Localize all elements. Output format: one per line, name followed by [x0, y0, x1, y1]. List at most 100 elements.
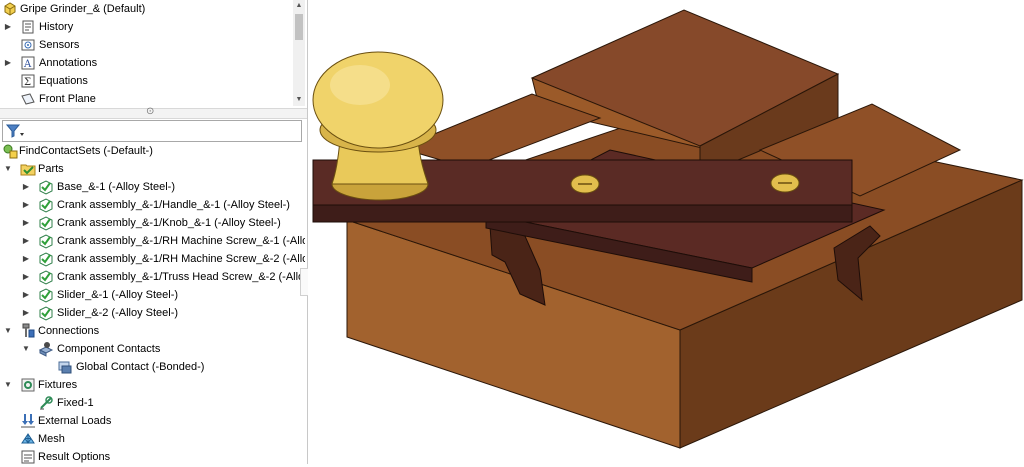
- expand-arrow-icon[interactable]: ▶: [21, 196, 31, 214]
- solid-body-icon: [38, 179, 54, 195]
- tree-item-front-plane[interactable]: Front Plane: [0, 90, 290, 108]
- external-loads-label: External Loads: [38, 415, 112, 427]
- part-item[interactable]: ▶ Slider_&-1 (-Alloy Steel-): [0, 286, 305, 304]
- expand-arrow-icon[interactable]: ▶: [21, 214, 31, 232]
- study-label: FindContactSets (-Default-): [19, 145, 153, 157]
- part-item[interactable]: ▶ Crank assembly_&-1/Handle_&-1 (-Alloy …: [0, 196, 305, 214]
- fixtures-icon: [20, 377, 36, 393]
- tree-item-annotations[interactable]: ▶ A Annotations: [0, 54, 290, 72]
- mesh-icon: [20, 431, 36, 447]
- result-options-label: Result Options: [38, 451, 111, 463]
- expand-arrow-icon[interactable]: ▶: [21, 232, 31, 250]
- parts-node[interactable]: ▼ Parts: [0, 160, 305, 178]
- expand-arrow-icon[interactable]: ▶: [3, 54, 13, 72]
- study-icon: [2, 143, 18, 159]
- svg-text:A: A: [23, 59, 32, 70]
- scroll-thumb[interactable]: [295, 14, 303, 40]
- part-label: Base_&-1 (-Alloy Steel-): [57, 181, 175, 193]
- global-contact-label: Global Contact (-Bonded-): [76, 361, 205, 373]
- part-item[interactable]: ▶ Base_&-1 (-Alloy Steel-): [0, 178, 305, 196]
- part-item[interactable]: ▶ Crank assembly_&-1/RH Machine Screw_&-…: [0, 232, 305, 250]
- filter-icon[interactable]: [5, 123, 26, 142]
- solid-body-icon: [38, 215, 54, 231]
- result-options-icon: [20, 449, 36, 464]
- expand-arrow-icon[interactable]: ▶: [3, 18, 13, 36]
- expand-arrow-icon[interactable]: ▶: [21, 250, 31, 268]
- equations-icon: Σ: [20, 73, 36, 89]
- tree-item-label: Equations: [39, 75, 88, 87]
- result-options-node[interactable]: Result Options: [0, 448, 305, 464]
- tree-item-label: Sensors: [39, 39, 80, 51]
- fixtures-label: Fixtures: [38, 379, 78, 391]
- part-label: Crank assembly_&-1/Truss Head Screw_&-2 …: [57, 271, 305, 283]
- component-contacts-node[interactable]: ▼ Component Contacts: [0, 340, 305, 358]
- feature-tree: Gripe Grinder_& (Default) ▶ History Sens…: [0, 0, 307, 108]
- external-loads-icon: [20, 413, 36, 429]
- global-contact-node[interactable]: Global Contact (-Bonded-): [0, 358, 305, 376]
- tree-item-label: History: [39, 21, 74, 33]
- connections-node[interactable]: ▼ Connections: [0, 322, 305, 340]
- simulation-tree: FindContactSets (-Default-) ▼ Parts ▶ Ba…: [0, 142, 307, 464]
- expand-arrow-icon[interactable]: ▶: [21, 286, 31, 304]
- component-contacts-icon: [38, 341, 54, 357]
- solid-body-icon: [38, 233, 54, 249]
- connections-label: Connections: [38, 325, 100, 337]
- solid-body-icon: [38, 197, 54, 213]
- parts-label: Parts: [38, 163, 64, 175]
- collapse-arrow-icon[interactable]: ▼: [3, 376, 13, 394]
- solid-body-icon: [38, 269, 54, 285]
- fixed-node[interactable]: Fixed-1: [0, 394, 305, 412]
- scroll-up-icon[interactable]: ▲: [293, 0, 305, 12]
- panel-splitter[interactable]: ⊙: [0, 106, 307, 119]
- tree-item-history[interactable]: ▶ History: [0, 18, 290, 36]
- collapse-arrow-icon[interactable]: ▼: [21, 340, 31, 358]
- study-node[interactable]: FindContactSets (-Default-): [0, 142, 305, 160]
- sensors-icon: [20, 37, 36, 53]
- graphics-area[interactable]: [308, 0, 1024, 464]
- splitter-grip-icon: ⊙: [146, 106, 155, 117]
- expand-arrow-icon[interactable]: ▶: [21, 268, 31, 286]
- vertical-scrollbar[interactable]: ▲ ▼: [293, 0, 305, 106]
- connections-icon: [20, 323, 36, 339]
- fixed-label: Fixed-1: [57, 397, 94, 409]
- fixtures-node[interactable]: ▼ Fixtures: [0, 376, 305, 394]
- collapse-arrow-icon[interactable]: ▼: [3, 160, 13, 178]
- part-item[interactable]: ▶ Crank assembly_&-1/Knob_&-1 (-Alloy St…: [0, 214, 305, 232]
- part-label: Crank assembly_&-1/RH Machine Screw_&-2 …: [57, 253, 305, 265]
- annotations-icon: A: [20, 55, 36, 71]
- part-label: Slider_&-2 (-Alloy Steel-): [57, 307, 179, 319]
- solid-body-icon: [38, 305, 54, 321]
- solid-body-icon: [38, 251, 54, 267]
- plane-icon: [20, 91, 36, 107]
- scroll-down-icon[interactable]: ▼: [293, 94, 305, 106]
- component-contacts-label: Component Contacts: [57, 343, 161, 355]
- expand-arrow-icon[interactable]: [3, 412, 13, 430]
- collapse-arrow-icon[interactable]: ▼: [3, 322, 13, 340]
- handle-bottom: [312, 204, 853, 223]
- assembly-icon: [2, 1, 18, 17]
- expand-arrow-icon[interactable]: ▶: [21, 304, 31, 322]
- part-item[interactable]: ▶ Crank assembly_&-1/Truss Head Screw_&-…: [0, 268, 305, 286]
- part-label: Crank assembly_&-1/Handle_&-1 (-Alloy St…: [57, 199, 290, 211]
- external-loads-node[interactable]: External Loads: [0, 412, 305, 430]
- svg-text:Σ: Σ: [24, 77, 31, 88]
- tree-root-label: Gripe Grinder_& (Default): [20, 3, 146, 15]
- expand-arrow-icon[interactable]: ▶: [21, 178, 31, 196]
- part-label: Slider_&-1 (-Alloy Steel-): [57, 289, 179, 301]
- model-view[interactable]: [308, 0, 1024, 464]
- tree-root[interactable]: Gripe Grinder_& (Default): [0, 0, 290, 18]
- part-label: Crank assembly_&-1/Knob_&-1 (-Alloy Stee…: [57, 217, 281, 229]
- tree-item-equations[interactable]: Σ Equations: [0, 72, 290, 90]
- part-item[interactable]: ▶ Slider_&-2 (-Alloy Steel-): [0, 304, 305, 322]
- part-item[interactable]: ▶ Crank assembly_&-1/RH Machine Screw_&-…: [0, 250, 305, 268]
- part-label: Crank assembly_&-1/RH Machine Screw_&-1 …: [57, 235, 305, 247]
- mesh-label: Mesh: [38, 433, 65, 445]
- fixed-geometry-icon: [38, 395, 54, 411]
- parts-folder-icon: [20, 161, 36, 177]
- tree-filter-field[interactable]: [2, 120, 302, 142]
- global-contact-icon: [57, 359, 73, 375]
- feature-manager-panel: Gripe Grinder_& (Default) ▶ History Sens…: [0, 0, 308, 464]
- knob-highlight: [330, 65, 390, 105]
- mesh-node[interactable]: Mesh: [0, 430, 305, 448]
- tree-item-sensors[interactable]: Sensors: [0, 36, 290, 54]
